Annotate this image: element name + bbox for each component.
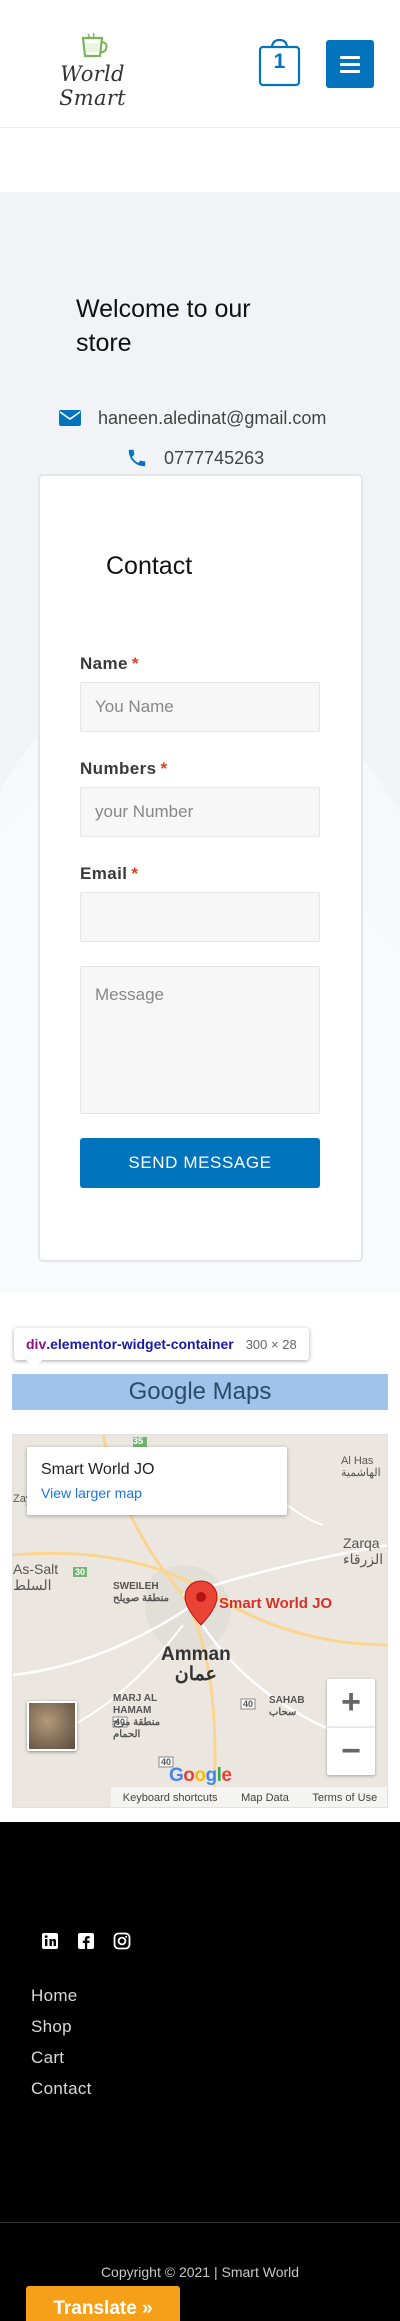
numbers-input[interactable] xyxy=(80,787,320,837)
hamburger-icon xyxy=(340,56,360,59)
embedded-map[interactable]: 35 30 40 40 40 Al Has الهاشمية Zay Zarqa ا… xyxy=(12,1434,388,1808)
email-label-text: Email xyxy=(80,864,128,883)
site-footer: Home Shop Cart Contact Copyright © 2021 … xyxy=(0,1822,400,2321)
google-logo-text: Google xyxy=(169,1765,232,1786)
name-label: Name * xyxy=(80,654,139,674)
email-contact[interactable]: haneen.aledinat@gmail.com xyxy=(58,404,326,432)
map-label-amman: Amman عمان xyxy=(161,1645,231,1685)
name-label-text: Name xyxy=(80,654,128,673)
inspect-class: .elementor-widget-container xyxy=(46,1336,234,1352)
map-label-al-hash: Al Has الهاشمية xyxy=(341,1455,381,1479)
map-label-sweileh: SWEILEH منطقة صويلح xyxy=(113,1581,169,1605)
send-message-button[interactable]: SEND MESSAGE xyxy=(80,1138,320,1188)
minus-icon: − xyxy=(341,1732,361,1770)
email-text: haneen.aledinat@gmail.com xyxy=(98,407,327,428)
map-data-link[interactable]: Map Data xyxy=(241,1792,289,1804)
map-label-sweileh-en: SWEILEH xyxy=(113,1581,159,1592)
map-label-marj: MARJ AL HAMAM منطقة مرج الحمام xyxy=(113,1693,183,1741)
phone-text: 0777745263 xyxy=(164,447,265,468)
email-input[interactable] xyxy=(80,892,320,942)
map-place-title: Smart World JO xyxy=(41,1461,155,1478)
footer-link-cart[interactable]: Cart xyxy=(31,2048,64,2068)
required-mark: * xyxy=(131,864,139,883)
satellite-toggle[interactable] xyxy=(27,1701,77,1751)
welcome-heading: Welcome to our store xyxy=(76,295,251,357)
map-road-35: 35 xyxy=(133,1436,144,1446)
site-logo[interactable]: World Smart xyxy=(30,32,155,110)
map-road-40-b: 40 xyxy=(243,1699,254,1709)
map-label-amman-en: Amman xyxy=(161,1644,231,1665)
map-label-as-salt-ar: السلط xyxy=(13,1577,52,1593)
required-mark: * xyxy=(131,654,139,673)
copyright-text: Copyright © 2021 | Smart World xyxy=(100,2264,300,2280)
zoom-out-button[interactable]: − xyxy=(327,1727,375,1775)
map-label-as-salt: As-Salt السلط xyxy=(13,1561,58,1593)
footer-divider xyxy=(0,2222,400,2223)
zoom-in-button[interactable]: + xyxy=(327,1679,375,1727)
footer-link-contact[interactable]: Contact xyxy=(31,2079,92,2099)
hamburger-icon-line xyxy=(340,70,360,73)
map-label-zarqa-ar: الزرقاء xyxy=(343,1551,384,1567)
map-label-al-hash-en: Al Has xyxy=(341,1455,374,1467)
logo-text: World Smart xyxy=(59,62,126,110)
hamburger-icon-line xyxy=(340,63,360,66)
menu-toggle-button[interactable] xyxy=(326,40,374,88)
phone-icon xyxy=(128,449,146,467)
map-label-sahab: SAHAB سحاب xyxy=(269,1695,305,1719)
footer-link-shop[interactable]: Shop xyxy=(31,2017,72,2037)
instagram-icon[interactable] xyxy=(111,1930,133,1952)
map-label-sweileh-ar: منطقة صويلح xyxy=(113,1593,169,1604)
name-input[interactable] xyxy=(80,682,320,732)
map-pin-label: Smart World JO xyxy=(219,1595,333,1612)
map-label-sahab-en: SAHAB xyxy=(269,1695,305,1706)
view-larger-map-link[interactable]: View larger map xyxy=(41,1485,142,1501)
phone-contact[interactable]: 0777745263 xyxy=(124,444,264,472)
plus-icon: + xyxy=(341,1683,361,1721)
cart-count: 1 xyxy=(273,50,286,73)
map-label-al-hash-ar: الهاشمية xyxy=(341,1467,381,1479)
map-place-card: Smart World JO View larger map xyxy=(27,1447,287,1515)
terms-of-use-link[interactable]: Terms of Use xyxy=(312,1792,377,1804)
google-maps-heading: Google Maps xyxy=(12,1374,388,1410)
contact-form-card: Contact Name* Numbers* Email* SEND MESSA… xyxy=(38,474,363,1262)
inspect-dimensions: 300 × 28 xyxy=(245,1336,297,1352)
map-label-zarqa: Zarqa الزرقاء xyxy=(343,1535,383,1567)
map-footer: Keyboard shortcuts Map Data Terms of Use xyxy=(111,1787,387,1807)
inspect-tag: div xyxy=(26,1336,47,1352)
devtools-inspect-tooltip: div .elementor-widget-container 300 × 28 xyxy=(14,1328,309,1360)
cart-button[interactable]: 1 xyxy=(258,38,301,88)
tooltip-arrow xyxy=(26,1360,42,1368)
map-road-30: 30 xyxy=(75,1567,86,1577)
translate-button[interactable]: Translate » xyxy=(26,2286,180,2321)
cup-logo-icon xyxy=(81,32,108,58)
numbers-label-text: Numbers xyxy=(80,759,157,778)
required-mark: * xyxy=(160,759,168,778)
map-label-marj-en: MARJ AL HAMAM xyxy=(113,1693,157,1716)
map-label-zarqa-en: Zarqa xyxy=(343,1535,380,1551)
map-label-as-salt-en: As-Salt xyxy=(13,1561,59,1577)
map-label-marj-ar: منطقة مرج الحمام xyxy=(113,1717,161,1740)
map-label-sahab-ar: سحاب xyxy=(269,1707,297,1718)
google-logo: Google xyxy=(169,1765,232,1787)
message-textarea[interactable] xyxy=(80,966,320,1114)
email-label: Email * xyxy=(80,864,138,884)
linkedin-icon[interactable] xyxy=(39,1930,61,1952)
site-header: World Smart 1 xyxy=(0,0,400,128)
envelope-icon xyxy=(59,410,81,426)
keyboard-shortcuts-link[interactable]: Keyboard shortcuts xyxy=(123,1792,218,1804)
form-title: Contact xyxy=(106,552,193,580)
numbers-label: Numbers * xyxy=(80,759,168,779)
footer-link-home[interactable]: Home xyxy=(31,1986,78,2006)
map-label-amman-ar: عمان xyxy=(174,1664,217,1685)
facebook-icon[interactable] xyxy=(75,1930,97,1952)
